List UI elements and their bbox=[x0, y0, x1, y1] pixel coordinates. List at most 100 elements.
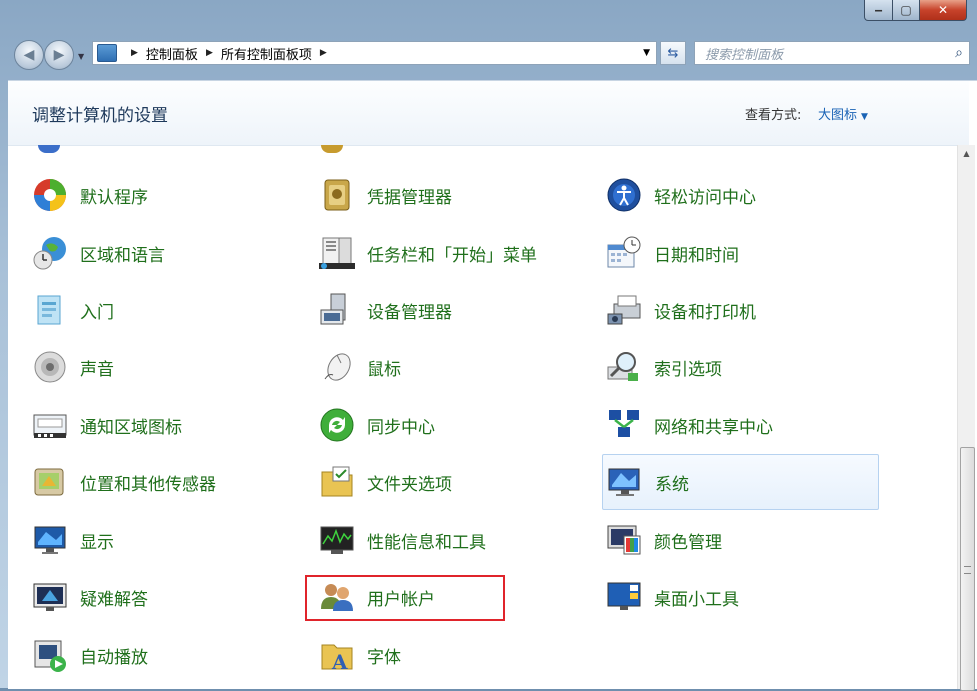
item-device-manager[interactable]: 设备管理器 bbox=[319, 290, 452, 330]
item-folder-options[interactable]: 文件夹选项 bbox=[319, 462, 452, 502]
desktop-gadgets-icon bbox=[606, 579, 642, 615]
highlight-box bbox=[305, 575, 505, 621]
item-label: 文件夹选项 bbox=[367, 474, 452, 495]
item-troubleshooting[interactable]: 疑难解答 bbox=[32, 577, 148, 617]
item-location-sensors[interactable]: 位置和其他传感器 bbox=[32, 462, 216, 502]
page-title: 调整计算机的设置 bbox=[32, 106, 168, 126]
back-button[interactable]: ◀ bbox=[14, 40, 44, 70]
svg-text:A: A bbox=[331, 650, 348, 673]
item-label: 桌面小工具 bbox=[654, 589, 739, 610]
item-color-management[interactable]: 颜色管理 bbox=[606, 520, 722, 560]
item-taskbar-start-menu[interactable]: 任务栏和「开始」菜单 bbox=[319, 233, 537, 273]
item-mouse[interactable]: 鼠标 bbox=[319, 347, 401, 387]
partial-icon bbox=[38, 145, 60, 153]
item-label: 系统 bbox=[655, 474, 689, 495]
content-header: 调整计算机的设置 查看方式: 大图标 ▼ bbox=[8, 81, 969, 146]
navigation-bar: ◀ ▶ ▼ ▶ 控制面板 ▶ 所有控制面板项 ▶ ▼ ⇆ 搜索控制面板 ⌕ bbox=[0, 32, 977, 76]
taskbar-start-menu-icon bbox=[319, 235, 355, 271]
item-label: 字体 bbox=[367, 647, 401, 668]
item-system[interactable]: 系统 bbox=[602, 454, 879, 510]
caption-buttons: ‒ ▢ ✕ bbox=[864, 0, 967, 22]
devices-printers-icon bbox=[606, 292, 642, 328]
item-credential-manager[interactable]: 凭据管理器 bbox=[319, 175, 452, 215]
item-date-time[interactable]: 日期和时间 bbox=[606, 233, 739, 273]
item-label: 任务栏和「开始」菜单 bbox=[367, 245, 537, 266]
content-pane: 调整计算机的设置 查看方式: 大图标 ▼ 默认程序 区域和语言 入门 声音 通知… bbox=[8, 80, 977, 691]
search-icon[interactable]: ⌕ bbox=[955, 45, 963, 61]
item-label: 鼠标 bbox=[367, 359, 401, 380]
fonts-icon: A bbox=[319, 637, 355, 674]
troubleshooting-icon bbox=[32, 579, 68, 615]
forward-button[interactable]: ▶ bbox=[44, 40, 74, 70]
forward-arrow-icon: ▶ bbox=[53, 47, 65, 63]
back-arrow-icon: ◀ bbox=[23, 47, 35, 63]
breadcrumb-all-items[interactable]: 所有控制面板项 bbox=[221, 44, 312, 63]
partial-icon bbox=[321, 145, 343, 153]
item-label: 索引选项 bbox=[654, 359, 722, 380]
control-panel-icon bbox=[97, 44, 117, 62]
item-label: 轻松访问中心 bbox=[654, 187, 756, 208]
item-fonts[interactable]: A 字体 bbox=[319, 635, 401, 675]
chevron-right-icon[interactable]: ▶ bbox=[131, 48, 138, 58]
item-devices-printers[interactable]: 设备和打印机 bbox=[606, 290, 756, 330]
default-programs-icon bbox=[32, 177, 68, 213]
item-default-programs[interactable]: 默认程序 bbox=[32, 175, 148, 215]
item-indexing-options[interactable]: 索引选项 bbox=[606, 347, 722, 387]
item-ease-of-access[interactable]: 轻松访问中心 bbox=[606, 175, 756, 215]
item-label: 疑难解答 bbox=[80, 589, 148, 610]
address-bar[interactable]: ▶ 控制面板 ▶ 所有控制面板项 ▶ ▼ bbox=[92, 41, 657, 65]
maximize-icon: ▢ bbox=[900, 3, 912, 17]
date-time-icon bbox=[606, 235, 642, 271]
system-icon bbox=[607, 464, 643, 500]
minimize-button[interactable]: ‒ bbox=[864, 0, 893, 21]
getting-started-icon bbox=[32, 292, 68, 328]
close-button[interactable]: ✕ bbox=[920, 0, 967, 21]
recent-pages-dropdown[interactable]: ▼ bbox=[78, 52, 84, 61]
region-language-icon bbox=[32, 235, 68, 271]
blurred-region bbox=[746, 581, 976, 689]
sound-icon bbox=[32, 349, 68, 385]
item-label: 性能信息和工具 bbox=[367, 532, 486, 553]
item-label: 声音 bbox=[80, 359, 114, 380]
chevron-right-icon[interactable]: ▶ bbox=[320, 48, 327, 58]
chevron-right-icon[interactable]: ▶ bbox=[206, 48, 213, 58]
item-label: 显示 bbox=[80, 532, 114, 553]
item-label: 同步中心 bbox=[367, 417, 435, 438]
item-performance[interactable]: 性能信息和工具 bbox=[319, 520, 486, 560]
scrollbar-thumb[interactable] bbox=[960, 447, 975, 691]
item-region-language[interactable]: 区域和语言 bbox=[32, 233, 165, 273]
item-desktop-gadgets[interactable]: 桌面小工具 bbox=[606, 577, 739, 617]
address-dropdown-icon[interactable]: ▼ bbox=[643, 48, 650, 58]
window-frame: ‒ ▢ ✕ ◀ ▶ ▼ ▶ 控制面板 ▶ 所有控制面板项 ▶ ▼ ⇆ 搜索控制面… bbox=[0, 0, 977, 691]
item-label: 自动播放 bbox=[80, 647, 148, 668]
performance-icon bbox=[319, 522, 355, 558]
mouse-icon bbox=[319, 349, 355, 385]
item-getting-started[interactable]: 入门 bbox=[32, 290, 114, 330]
vertical-scrollbar[interactable]: ▲ bbox=[957, 145, 975, 691]
item-sound[interactable]: 声音 bbox=[32, 347, 114, 387]
search-input[interactable]: 搜索控制面板 ⌕ bbox=[694, 41, 970, 65]
color-management-icon bbox=[606, 522, 642, 558]
item-sync-center[interactable]: 同步中心 bbox=[319, 405, 435, 445]
scroll-up-icon[interactable]: ▲ bbox=[958, 149, 975, 161]
view-by-dropdown[interactable]: 大图标 ▼ bbox=[818, 104, 868, 123]
item-label: 位置和其他传感器 bbox=[80, 474, 216, 495]
maximize-button[interactable]: ▢ bbox=[893, 0, 920, 21]
autoplay-icon bbox=[32, 637, 68, 673]
folder-options-icon bbox=[319, 464, 355, 500]
item-label: 默认程序 bbox=[80, 187, 148, 208]
item-label: 设备和打印机 bbox=[654, 302, 756, 323]
item-autoplay[interactable]: 自动播放 bbox=[32, 635, 148, 675]
device-manager-icon bbox=[319, 292, 355, 328]
item-display[interactable]: 显示 bbox=[32, 520, 114, 560]
search-placeholder: 搜索控制面板 bbox=[705, 47, 784, 63]
breadcrumb-control-panel[interactable]: 控制面板 bbox=[146, 44, 198, 63]
view-by-label: 查看方式: bbox=[745, 108, 802, 123]
display-icon bbox=[32, 522, 68, 558]
item-notification-area[interactable]: 通知区域图标 bbox=[32, 405, 182, 445]
item-label: 颜色管理 bbox=[654, 532, 722, 553]
refresh-button[interactable]: ⇆ bbox=[660, 41, 686, 65]
ease-of-access-icon bbox=[606, 177, 642, 213]
item-network-sharing[interactable]: 网络和共享中心 bbox=[606, 405, 773, 445]
item-label: 区域和语言 bbox=[80, 245, 165, 266]
